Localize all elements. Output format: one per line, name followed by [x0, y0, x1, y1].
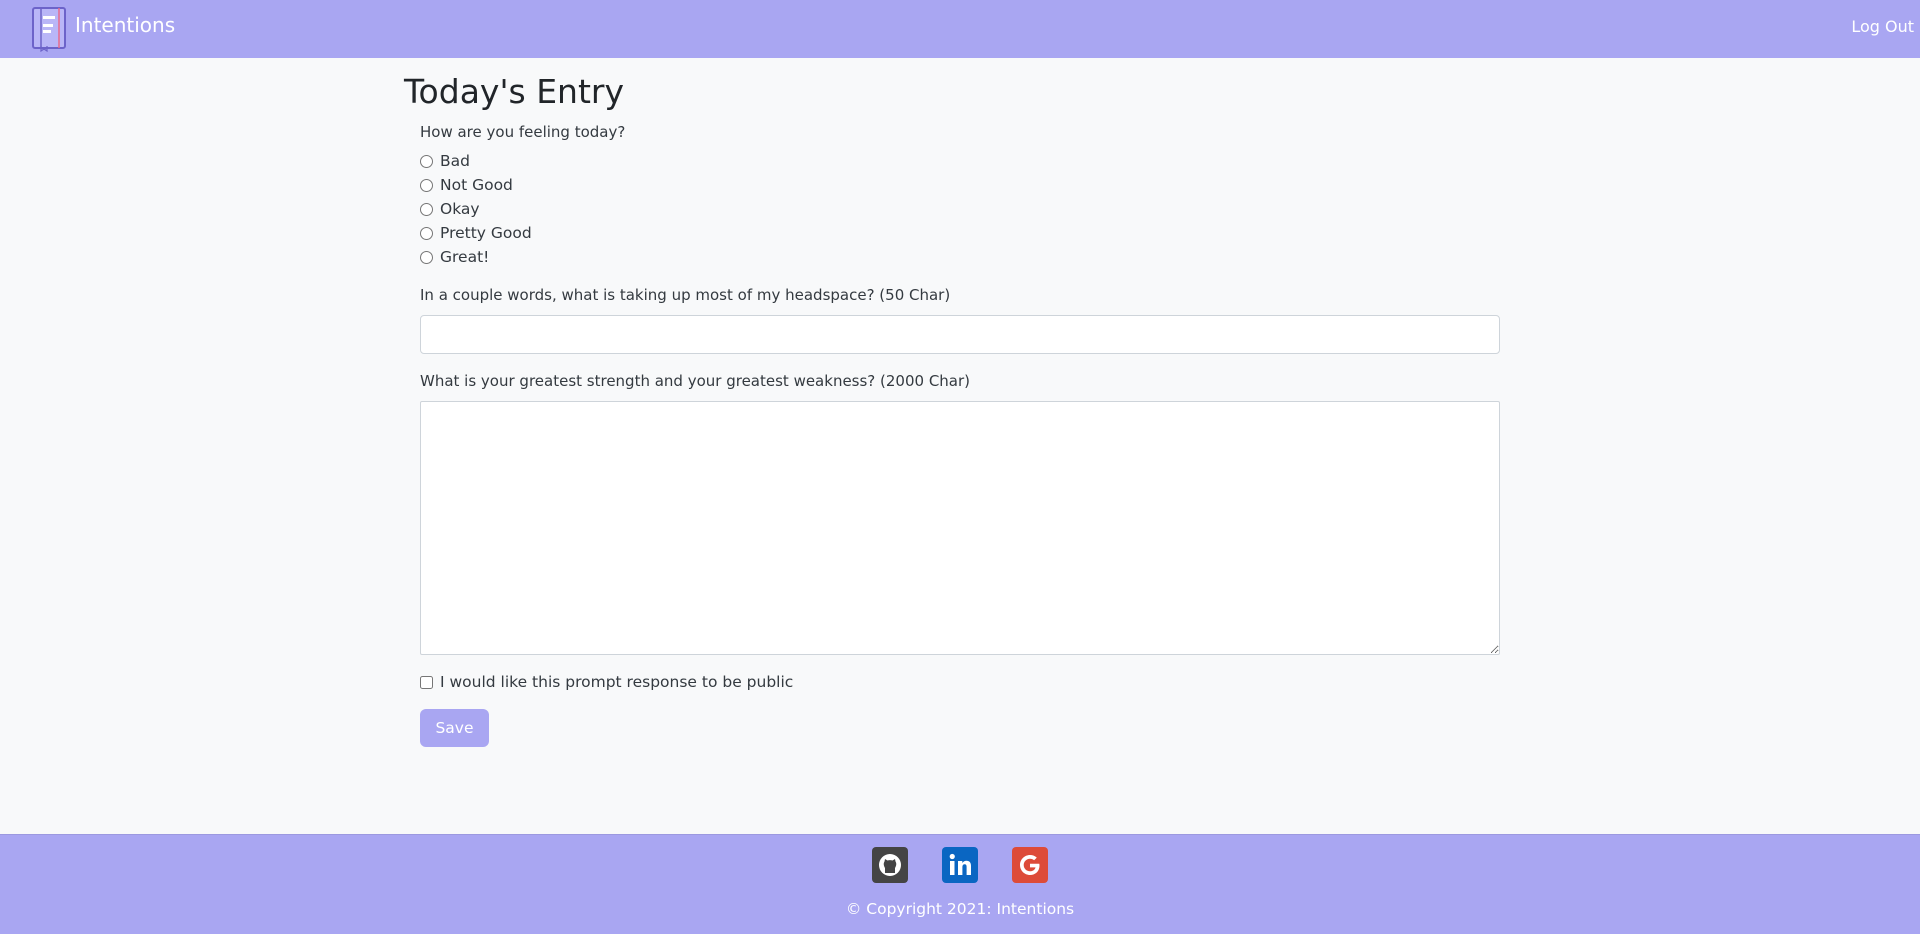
- headspace-input[interactable]: [420, 315, 1500, 354]
- feeling-radio-okay[interactable]: [420, 202, 433, 216]
- headspace-question-label: In a couple words, what is taking up mos…: [420, 286, 951, 304]
- brand-link[interactable]: Intentions: [31, 4, 175, 54]
- strength-weakness-textarea[interactable]: [420, 401, 1500, 655]
- journal-logo-icon: [32, 7, 66, 52]
- feeling-option-label: Not Good: [440, 176, 513, 194]
- feeling-radio-great[interactable]: [420, 250, 433, 264]
- feeling-option-not-good[interactable]: Not Good: [420, 173, 1500, 197]
- feeling-option-label: Pretty Good: [440, 224, 532, 242]
- copyright-text: © Copyright 2021: Intentions: [845, 900, 1075, 918]
- feeling-option-great[interactable]: Great!: [420, 245, 1500, 269]
- feeling-radio-bad[interactable]: [420, 154, 433, 168]
- footer: © Copyright 2021: Intentions: [0, 834, 1920, 934]
- feeling-question-label: How are you feeling today?: [420, 123, 626, 141]
- feeling-option-okay[interactable]: Okay: [420, 197, 1500, 221]
- feeling-option-label: Bad: [440, 152, 470, 170]
- feeling-option-pretty-good[interactable]: Pretty Good: [420, 221, 1500, 245]
- save-button[interactable]: Save: [420, 709, 489, 747]
- linkedin-link[interactable]: [942, 847, 978, 883]
- feeling-radio-pretty-good[interactable]: [420, 226, 433, 240]
- feeling-option-bad[interactable]: Bad: [420, 149, 1500, 173]
- feeling-option-label: Okay: [440, 200, 480, 218]
- brand-name: Intentions: [75, 13, 176, 37]
- feeling-radio-group: Bad Not Good Okay Pretty Good Great!: [420, 149, 1500, 269]
- logout-link[interactable]: Log Out: [1851, 17, 1914, 36]
- public-option[interactable]: I would like this prompt response to be …: [420, 673, 1500, 691]
- public-checkbox-label: I would like this prompt response to be …: [440, 673, 794, 691]
- feeling-radio-not-good[interactable]: [420, 178, 433, 192]
- google-link[interactable]: [1012, 847, 1048, 883]
- page-title: Today's Entry: [404, 72, 624, 111]
- public-checkbox[interactable]: [420, 675, 433, 689]
- entry-form: How are you feeling today? Bad Not Good …: [420, 120, 1500, 747]
- linkedin-icon: [942, 847, 978, 883]
- github-icon: [872, 847, 908, 883]
- feeling-option-label: Great!: [440, 248, 490, 266]
- github-link[interactable]: [872, 847, 908, 883]
- strength-question-label: What is your greatest strength and your …: [420, 372, 971, 390]
- navbar: Intentions Log Out: [0, 0, 1920, 58]
- google-icon: [1012, 847, 1048, 883]
